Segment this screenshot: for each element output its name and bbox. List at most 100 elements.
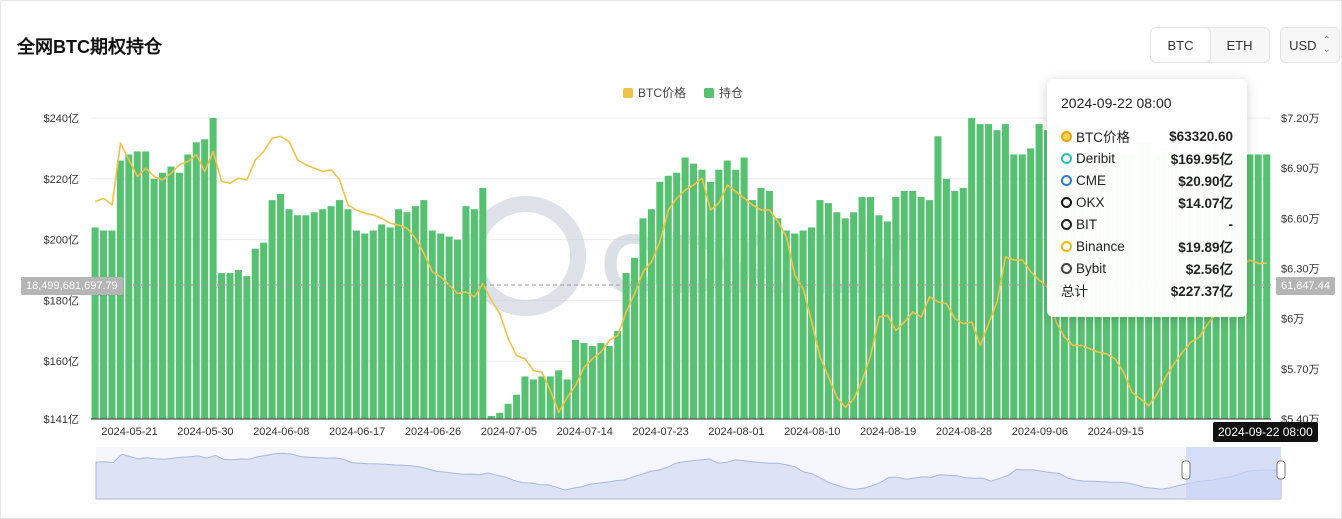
oi-bar — [639, 218, 647, 419]
oi-bar — [513, 394, 521, 419]
y-right-tick-label: $5.70万 — [1281, 364, 1320, 376]
tooltip-label: 总计 — [1061, 284, 1088, 299]
oi-bar — [386, 227, 394, 419]
oi-bar — [841, 218, 849, 419]
y-left-tick-label: $200亿 — [44, 234, 79, 247]
x-tick-label: 2024-07-14 — [557, 426, 613, 438]
x-tick-label: 2024-08-28 — [936, 426, 992, 438]
oi-bar — [867, 197, 875, 419]
oi-bar — [108, 230, 116, 419]
tooltip-value: - — [1228, 216, 1234, 232]
oi-bar — [327, 206, 335, 419]
x-tick-label: 2024-08-01 — [708, 426, 764, 438]
oi-bar — [352, 230, 360, 419]
tooltip-value: $227.37亿 — [1170, 284, 1233, 299]
y-left-tick-label: $180亿 — [44, 294, 79, 307]
x-tick-label: 2024-08-19 — [860, 426, 916, 438]
y-right-tick-label: $6.30万 — [1281, 264, 1320, 276]
x-tick-label: 2024-05-30 — [177, 426, 233, 438]
tooltip-date: 2024-09-22 08:00 — [1061, 95, 1172, 111]
btc-price-icon — [1061, 130, 1072, 142]
tooltip-row: BTC价格 $63320.60 — [1061, 125, 1233, 147]
oi-bar — [749, 200, 757, 419]
oi-bar — [824, 203, 832, 419]
bybit-icon — [1061, 262, 1072, 274]
oi-bar — [302, 215, 310, 419]
crosshair-right-value: 61,847.44 — [1276, 277, 1335, 295]
oi-bar — [268, 200, 276, 419]
oi-bar — [529, 379, 537, 419]
oi-bar — [1010, 154, 1018, 419]
oi-bar — [1027, 148, 1035, 419]
oi-bar — [218, 273, 226, 419]
oi-bar — [647, 209, 655, 419]
tooltip-label-group: Deribit — [1061, 151, 1115, 166]
binance-icon — [1061, 240, 1072, 252]
oi-bar — [698, 169, 706, 419]
oi-bar — [757, 187, 765, 419]
tooltip-label-group: Binance — [1061, 239, 1125, 254]
tooltip-value: $19.89亿 — [1178, 240, 1233, 255]
oi-bar — [462, 206, 470, 419]
tooltip-label: BTC价格 — [1076, 130, 1130, 145]
oi-bar — [260, 242, 268, 419]
oi-bar — [656, 181, 664, 419]
tooltip-value: $2.56亿 — [1185, 262, 1233, 277]
oi-bar — [100, 230, 108, 419]
oi-bar — [319, 209, 327, 419]
oi-bar — [715, 169, 723, 419]
tooltip-row: Bybit $2.56亿 — [1061, 257, 1233, 279]
cme-icon — [1061, 174, 1072, 186]
oi-bar — [816, 200, 824, 419]
oi-bar — [917, 197, 925, 419]
oi-bar — [437, 233, 445, 419]
oi-bar — [167, 166, 175, 419]
navigator-selection — [1186, 447, 1281, 499]
oi-bar — [1254, 154, 1262, 419]
x-tick-label: 2024-06-08 — [253, 426, 309, 438]
oi-bar — [563, 379, 571, 419]
oi-bar — [445, 236, 453, 419]
y-left-tick-label: $141亿 — [44, 413, 79, 426]
watermark-logo-icon — [466, 196, 586, 316]
oi-bar — [1263, 154, 1271, 419]
x-tick-label: 2024-09-15 — [1088, 426, 1144, 438]
oi-bar — [732, 169, 740, 419]
oi-bar — [850, 212, 858, 419]
tooltip-label-group: 总计 — [1061, 280, 1088, 300]
oi-bar — [234, 270, 242, 419]
crosshair-left-value: 18,499,681,697.79 — [21, 277, 123, 295]
oi-bar — [942, 178, 950, 419]
tooltip-value: $63320.60 — [1169, 128, 1233, 144]
oi-bar — [521, 376, 529, 419]
bit-icon — [1061, 218, 1072, 230]
tooltip-value: $14.07亿 — [1178, 196, 1233, 211]
oi-bar — [892, 197, 900, 419]
tooltip-row: Deribit $169.95亿 — [1061, 147, 1233, 169]
y-right-tick-label: $6.90万 — [1281, 163, 1320, 175]
oi-bar — [706, 181, 714, 419]
tooltip-label-group: CME — [1061, 173, 1106, 188]
oi-bar — [622, 273, 630, 419]
oi-bar — [403, 212, 411, 419]
oi-bar — [277, 194, 285, 419]
chart-panel: 全网BTC期权持仓 BTC ETH USD ⌃ ⌄ BTC价格 持仓 $141亿 $… — [0, 0, 1342, 519]
oi-bar — [614, 330, 622, 419]
oi-bar — [150, 178, 158, 419]
y-right-tick-label: $6万 — [1281, 314, 1304, 326]
oi-bar — [690, 163, 698, 419]
tooltip-value: $169.95亿 — [1170, 152, 1233, 167]
tooltip-label: Binance — [1076, 238, 1125, 254]
oi-bar — [243, 276, 251, 419]
oi-bar — [909, 190, 917, 419]
oi-bar — [91, 227, 99, 419]
oi-bar — [774, 218, 782, 419]
oi-bar — [976, 124, 984, 419]
oi-bar — [361, 233, 369, 419]
oi-bar — [959, 187, 967, 419]
y-left-tick-label: $160亿 — [44, 355, 79, 368]
oi-bar — [428, 230, 436, 419]
tooltip-value: $20.90亿 — [1178, 174, 1233, 189]
oi-bar — [251, 248, 259, 419]
x-tick-label: 2024-07-05 — [481, 426, 537, 438]
